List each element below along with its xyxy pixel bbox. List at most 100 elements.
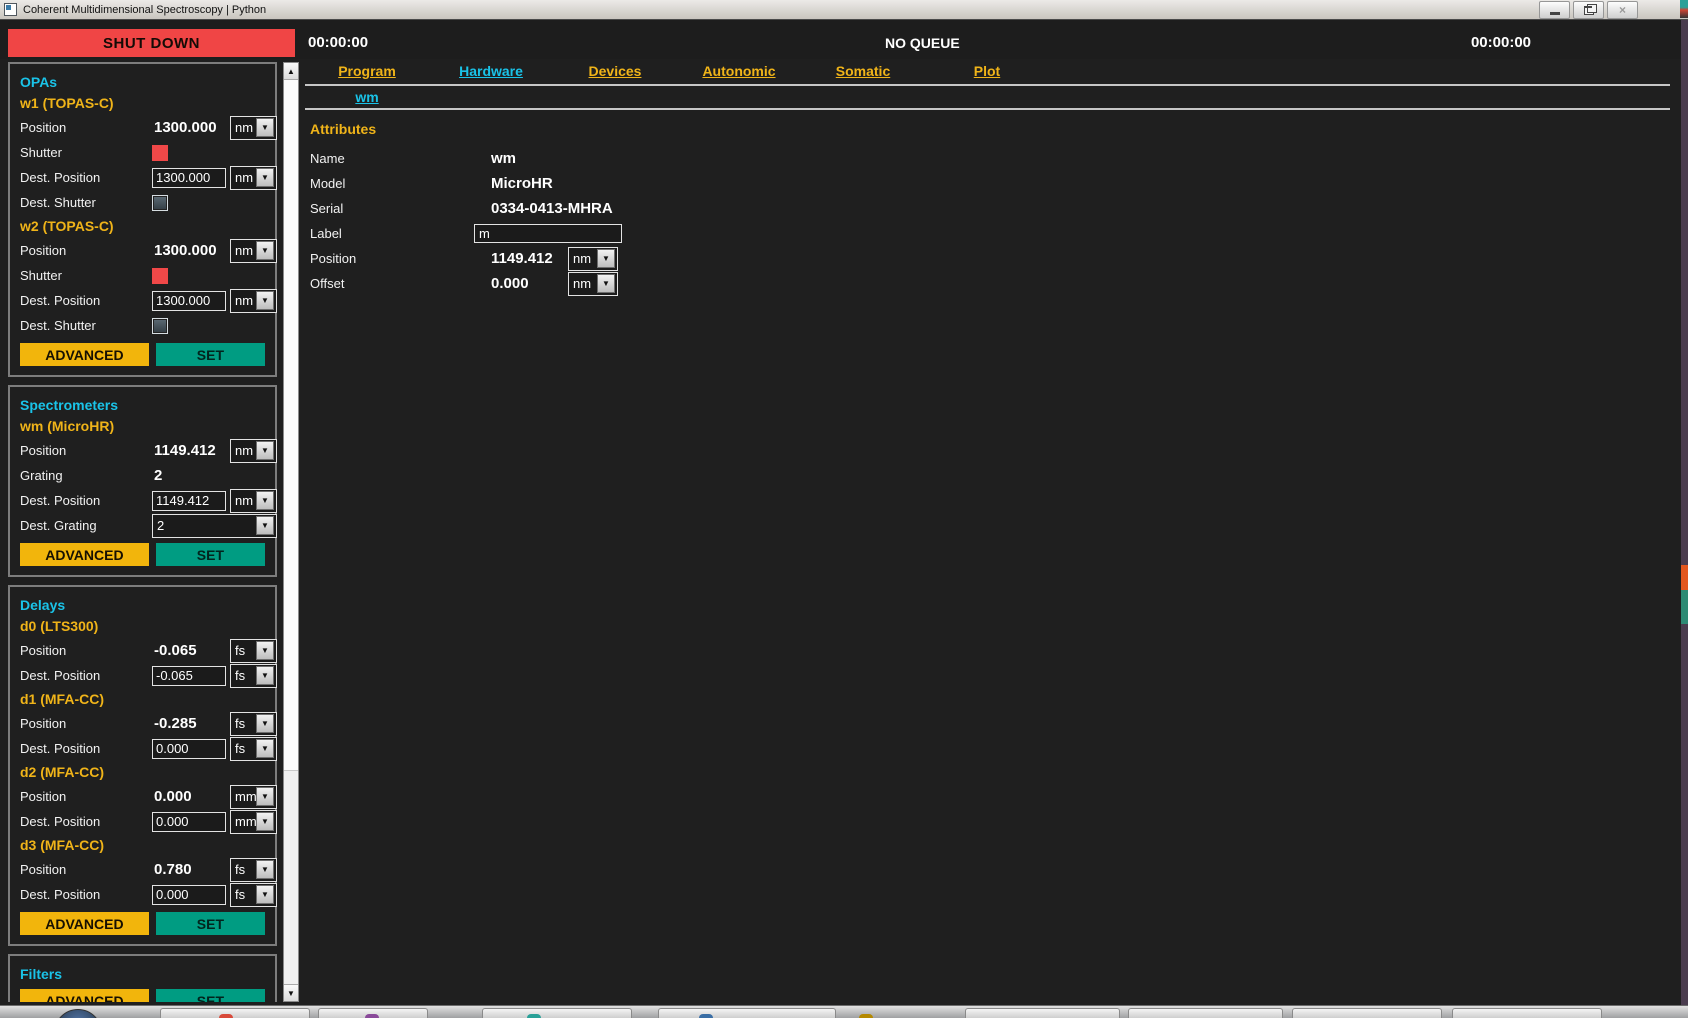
- row-label: Grating: [20, 468, 152, 483]
- dest-position-input[interactable]: [152, 812, 226, 832]
- unit-select[interactable]: nm ▼: [230, 439, 277, 463]
- taskbar-button[interactable]: [965, 1008, 1120, 1018]
- close-button[interactable]: ×: [1607, 1, 1638, 19]
- shutdown-button[interactable]: SHUT DOWN: [8, 29, 295, 57]
- unit-select[interactable]: nm ▼: [230, 116, 277, 140]
- unit-select[interactable]: nm ▼: [230, 489, 277, 513]
- set-button[interactable]: SET: [156, 343, 265, 366]
- background-window-fragment: [1680, 0, 1688, 18]
- chevron-down-icon[interactable]: ▼: [597, 274, 615, 293]
- minimize-button[interactable]: [1539, 1, 1570, 19]
- restore-button[interactable]: [1573, 1, 1604, 19]
- unit-select[interactable]: nm ▼: [568, 272, 618, 296]
- chevron-down-icon[interactable]: ▼: [256, 812, 274, 831]
- unit-select[interactable]: fs ▼: [230, 858, 277, 882]
- set-button[interactable]: SET: [156, 543, 265, 566]
- chevron-down-icon[interactable]: ▼: [256, 666, 274, 685]
- advanced-button[interactable]: ADVANCED: [20, 343, 149, 366]
- set-button[interactable]: SET: [156, 989, 265, 1002]
- row-label: Dest. Position: [20, 493, 152, 508]
- group-rows: Position 1149.412 nm ▼ Grating 2 Dest. P…: [20, 438, 273, 538]
- tab-label: Plot: [974, 63, 1000, 79]
- unit-select[interactable]: nm ▼: [568, 247, 618, 271]
- chevron-down-icon[interactable]: ▼: [597, 249, 615, 268]
- unit-select[interactable]: fs ▼: [230, 664, 277, 688]
- unit-select[interactable]: fs ▼: [230, 712, 277, 736]
- chevron-down-icon[interactable]: ▼: [256, 860, 274, 879]
- chevron-down-icon[interactable]: ▼: [256, 885, 274, 904]
- taskbar-button[interactable]: [1128, 1008, 1283, 1018]
- scroll-down-icon[interactable]: ▼: [284, 984, 298, 1001]
- chevron-down-icon[interactable]: ▼: [256, 118, 274, 137]
- dest-position-input[interactable]: [152, 885, 226, 905]
- tab-hardware[interactable]: Hardware: [429, 63, 553, 79]
- shutter-indicator: [152, 145, 168, 161]
- attribute-row-label: Label: [310, 221, 1670, 246]
- tab-program[interactable]: Program: [305, 63, 429, 79]
- unit-value: mm: [231, 814, 256, 829]
- tab-devices[interactable]: Devices: [553, 63, 677, 79]
- set-button[interactable]: SET: [156, 912, 265, 935]
- chevron-down-icon[interactable]: ▼: [256, 441, 274, 460]
- subtab-bar: wm: [305, 86, 1670, 108]
- chevron-down-icon[interactable]: ▼: [256, 168, 274, 187]
- unit-select[interactable]: fs ▼: [230, 883, 277, 907]
- chevron-down-icon[interactable]: ▼: [256, 291, 274, 310]
- chevron-down-icon[interactable]: ▼: [256, 739, 274, 758]
- advanced-button[interactable]: ADVANCED: [20, 989, 149, 1002]
- dest-position-row: Dest. Position nm ▼: [20, 165, 273, 190]
- taskbar-button[interactable]: [482, 1008, 632, 1018]
- chevron-down-icon[interactable]: ▼: [256, 491, 274, 510]
- group-rows: Position 1300.000 nm ▼ Shutter Dest. Pos…: [20, 115, 273, 215]
- tab-plot[interactable]: Plot: [925, 63, 1049, 79]
- group-w1-topas-c: w1 (TOPAS-C) Position 1300.000 nm ▼ Shut…: [20, 92, 273, 215]
- chevron-down-icon[interactable]: ▼: [256, 787, 274, 806]
- attributes-title: Attributes: [310, 118, 1670, 140]
- unit-value: nm: [231, 443, 256, 458]
- unit-select[interactable]: nm ▼: [230, 166, 277, 190]
- chevron-down-icon[interactable]: ▼: [256, 241, 274, 260]
- unit-value: nm: [231, 493, 256, 508]
- taskbar-button[interactable]: [160, 1008, 310, 1018]
- chevron-down-icon[interactable]: ▼: [256, 714, 274, 733]
- dest-position-input[interactable]: [152, 739, 226, 759]
- group-d2-mfa-cc: d2 (MFA-CC) Position 0.000 mm ▼ Dest. Po…: [20, 761, 273, 834]
- attribute-label: Name: [310, 151, 474, 166]
- taskbar-button[interactable]: [1292, 1008, 1442, 1018]
- dest-shutter-checkbox[interactable]: [152, 195, 168, 211]
- scrollbar-thumb[interactable]: [284, 80, 298, 771]
- group-d0-lts300: d0 (LTS300) Position -0.065 fs ▼ Dest. P…: [20, 615, 273, 688]
- dest-position-input[interactable]: [152, 168, 226, 188]
- advanced-button[interactable]: ADVANCED: [20, 543, 149, 566]
- unit-select[interactable]: nm ▼: [230, 289, 277, 313]
- unit-select[interactable]: fs ▼: [230, 737, 277, 761]
- dest-shutter-checkbox[interactable]: [152, 318, 168, 334]
- unit-select[interactable]: mm ▼: [230, 785, 277, 809]
- taskbar-button[interactable]: [658, 1008, 836, 1018]
- unit-select[interactable]: mm ▼: [230, 810, 277, 834]
- start-orb-icon[interactable]: [54, 1009, 102, 1018]
- advanced-button[interactable]: ADVANCED: [20, 912, 149, 935]
- row-label: Dest. Position: [20, 170, 152, 185]
- dest-position-input[interactable]: [152, 291, 226, 311]
- label-input[interactable]: [474, 224, 622, 243]
- sidebar-scrollbar[interactable]: ▲ ▼: [283, 62, 299, 1002]
- close-icon: ×: [1619, 4, 1626, 16]
- scroll-up-icon[interactable]: ▲: [284, 63, 298, 80]
- unit-select[interactable]: nm ▼: [230, 239, 277, 263]
- tab-autonomic[interactable]: Autonomic: [677, 63, 801, 79]
- tab-somatic[interactable]: Somatic: [801, 63, 925, 79]
- taskbar-button[interactable]: [318, 1008, 428, 1018]
- row-value: 1300.000: [152, 119, 226, 136]
- tab-label: Program: [338, 63, 396, 79]
- row-label: Dest. Position: [20, 741, 152, 756]
- dest-shutter-row: Dest. Shutter: [20, 190, 273, 215]
- dest-grating-select[interactable]: 2 ▼: [152, 514, 277, 538]
- subtab-wm[interactable]: wm: [305, 89, 429, 105]
- chevron-down-icon[interactable]: ▼: [256, 641, 274, 660]
- taskbar-button[interactable]: [1452, 1008, 1602, 1018]
- unit-select[interactable]: fs ▼: [230, 639, 277, 663]
- dest-position-input[interactable]: [152, 491, 226, 511]
- chevron-down-icon[interactable]: ▼: [256, 516, 274, 535]
- dest-position-input[interactable]: [152, 666, 226, 686]
